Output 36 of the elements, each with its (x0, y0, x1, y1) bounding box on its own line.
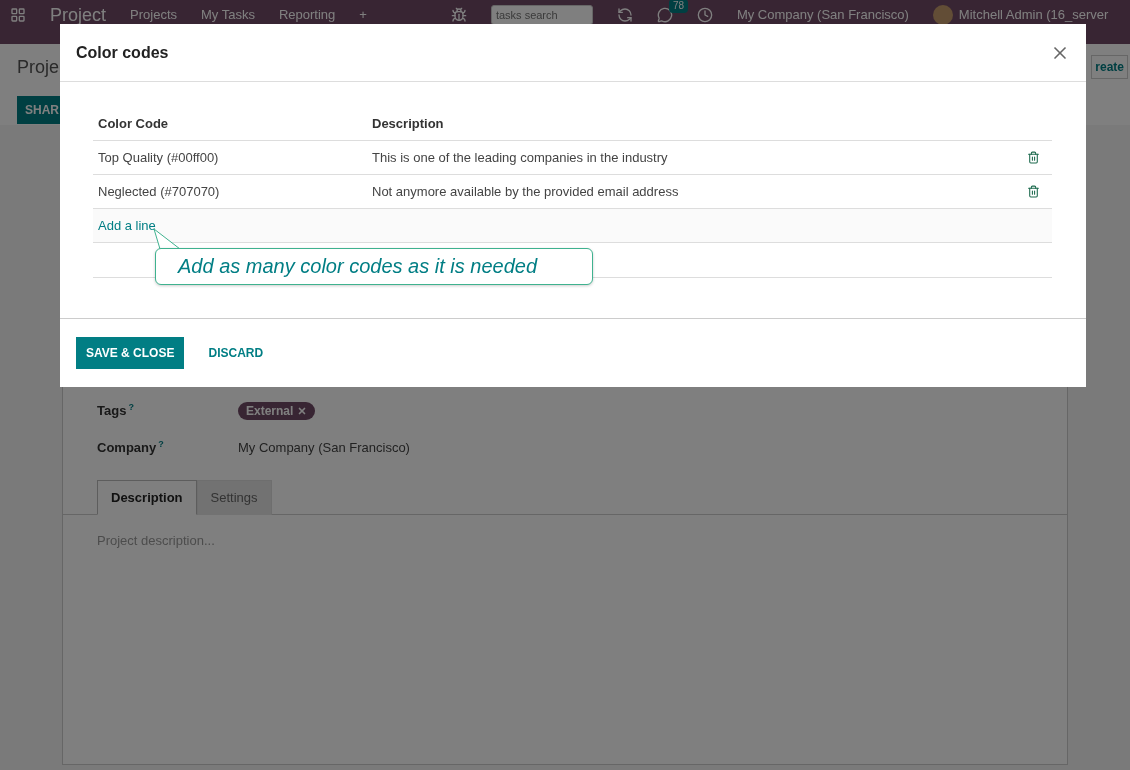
field-value: My Company (San Francisco) (238, 440, 410, 455)
user-menu[interactable]: Mitchell Admin (16_server (958, 5, 1109, 25)
circular-arrows-icon[interactable] (616, 7, 633, 23)
menu-item[interactable]: My Tasks (201, 5, 255, 25)
user-avatar[interactable] (932, 5, 953, 25)
clock-icon[interactable] (696, 7, 713, 23)
table-cell: This is one of the leading companies in the industry (372, 150, 668, 166)
table-cell: Top Quality (#00ff00) (98, 150, 219, 166)
table-cell: Neglected (#707070) (98, 184, 220, 200)
bug-icon[interactable] (450, 7, 467, 23)
new-menu-item[interactable]: + (359, 5, 367, 25)
tab[interactable]: Settings (196, 480, 272, 515)
apps-menu-icon[interactable] (10, 7, 26, 23)
menu-item[interactable]: Projects (130, 5, 177, 25)
table-cell: Not anymore available by the provided email address (372, 184, 679, 200)
column-header: Description (367, 106, 1022, 142)
create-button[interactable]: reate (1091, 55, 1128, 79)
remove-icon[interactable] (297, 405, 308, 416)
message-count: 78 (668, 0, 689, 13)
tab[interactable]: Description (97, 480, 197, 515)
breadcrumb[interactable]: Proje (17, 56, 60, 78)
search-field[interactable]: tasks search (490, 5, 593, 25)
trash-icon[interactable] (1027, 185, 1040, 199)
column-header: Color Code (93, 106, 367, 142)
trash-icon[interactable] (1027, 151, 1040, 165)
field-label: Tags$^{?}$ (97, 402, 135, 419)
save-button[interactable]: SAVE & CLOSE (76, 337, 185, 369)
chat-icon[interactable] (656, 7, 673, 23)
discard-button[interactable]: DISCARD (198, 337, 274, 369)
company-switcher[interactable]: My Company (San Francisco) (736, 5, 909, 25)
dialog-title: Color codes (76, 43, 169, 62)
add-line-link[interactable]: Add a line (98, 218, 156, 234)
field-label: Company$^{?}$ (97, 439, 165, 456)
tag[interactable]: External (238, 401, 316, 420)
menu-item[interactable]: Reporting (278, 5, 336, 25)
app-name[interactable]: Project (50, 5, 107, 25)
